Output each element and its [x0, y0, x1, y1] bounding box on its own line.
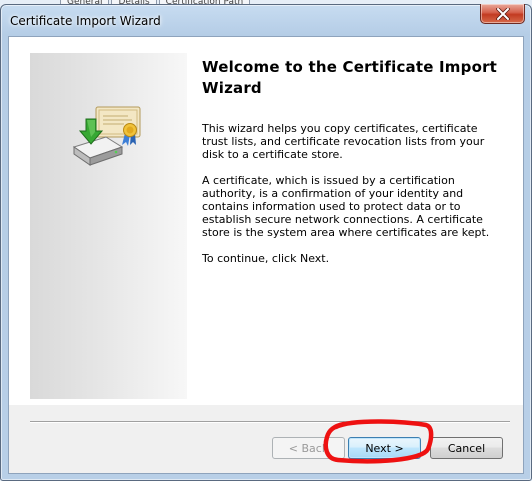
wizard-side-panel: [30, 53, 187, 399]
back-button[interactable]: < Back: [272, 437, 345, 459]
intro-paragraph: This wizard helps you copy certificates,…: [202, 122, 485, 161]
cancel-button[interactable]: Cancel: [430, 437, 503, 459]
wizard-heading: Welcome to the Certificate Import Wizard: [202, 58, 498, 97]
welcome-banner: Welcome to the Certificate Import Wizard…: [9, 37, 523, 405]
certificate-description-paragraph: A certificate, which is issued by a cert…: [202, 174, 490, 239]
wizard-client-area: Welcome to the Certificate Import Wizard…: [8, 36, 524, 474]
button-separator: [30, 421, 510, 423]
close-icon: [495, 7, 510, 20]
next-button[interactable]: Next >: [348, 437, 421, 459]
certificate-import-icon: [72, 106, 141, 166]
certificate-import-wizard-window: Certificate Import Wizard Welcome to the…: [0, 4, 532, 481]
window-title: Certificate Import Wizard: [10, 14, 161, 28]
continue-instruction: To continue, click Next.: [202, 252, 330, 265]
wizard-content: Welcome to the Certificate Import Wizard…: [202, 57, 502, 278]
title-bar[interactable]: Certificate Import Wizard: [1, 4, 531, 37]
close-button[interactable]: [480, 4, 525, 24]
